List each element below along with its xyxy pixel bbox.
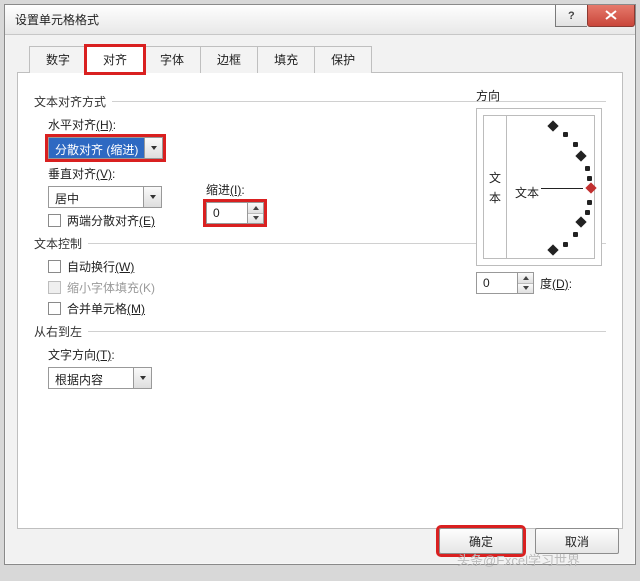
dial-marker	[547, 244, 558, 255]
tab-alignment[interactable]: 对齐	[86, 46, 144, 73]
degrees-up[interactable]	[518, 273, 533, 284]
orient-vert-char1: 文	[489, 169, 501, 186]
orient-horiz-text: 文本	[515, 184, 539, 201]
wrap-text-label: 自动换行(W)	[67, 258, 134, 275]
orientation-dial[interactable]: 文本	[507, 115, 595, 259]
cancel-button[interactable]: 取消	[535, 528, 619, 554]
dial-dot	[585, 166, 590, 171]
group-text-align-label: 文本对齐方式	[34, 93, 106, 110]
checkbox-icon	[48, 260, 61, 273]
orientation-degrees-row: 0 度(D):	[476, 272, 606, 294]
indent-value[interactable]: 0	[207, 203, 247, 223]
group-text-control-label: 文本控制	[34, 235, 82, 252]
vertical-align-combo[interactable]: 居中	[48, 186, 162, 208]
window-buttons: ?	[555, 5, 635, 27]
dropdown-icon[interactable]	[133, 368, 151, 388]
orient-vert-char2: 本	[489, 189, 501, 206]
degrees-label: 度(D):	[540, 275, 572, 292]
orientation-label: 方向	[476, 87, 606, 104]
indent-field: 缩进(I): 0	[206, 181, 264, 224]
tab-number[interactable]: 数字	[29, 46, 87, 73]
degrees-spinner[interactable]: 0	[476, 272, 534, 294]
dial-dot	[587, 176, 592, 181]
indent-label: 缩进(I):	[206, 181, 264, 198]
text-direction-label: 文字方向(T):	[48, 346, 606, 363]
text-direction-value: 根据内容	[49, 368, 133, 388]
tab-border[interactable]: 边框	[200, 46, 258, 73]
titlebar[interactable]: 设置单元格格式 ?	[5, 5, 635, 35]
dial-marker	[575, 150, 586, 161]
dial-dot	[573, 142, 578, 147]
dial-marker	[547, 120, 558, 131]
indent-spinner[interactable]: 0	[206, 202, 264, 224]
justify-distributed-label: 两端分散对齐(E)	[67, 212, 155, 229]
dropdown-icon[interactable]	[143, 187, 161, 207]
dropdown-icon[interactable]	[144, 138, 162, 158]
close-button[interactable]	[587, 5, 635, 27]
divider	[88, 331, 606, 332]
window-title: 设置单元格格式	[15, 11, 555, 28]
degrees-value[interactable]: 0	[477, 273, 517, 293]
text-direction-combo[interactable]: 根据内容	[48, 367, 152, 389]
dialog-window: 设置单元格格式 ? 数字 对齐 字体 边框 填充 保护 方向	[4, 4, 636, 565]
orientation-panel[interactable]: 文 本 文本	[476, 108, 602, 266]
orientation-vertical-text[interactable]: 文 本	[483, 115, 507, 259]
shrink-to-fit-label: 缩小字体填充(K)	[67, 279, 155, 296]
help-button[interactable]: ?	[555, 5, 587, 27]
orientation-group: 方向 文 本 文本	[476, 87, 606, 294]
dial-dot	[585, 210, 590, 215]
tab-protection[interactable]: 保护	[314, 46, 372, 73]
svg-text:?: ?	[568, 10, 575, 20]
horizontal-align-combo[interactable]: 分散对齐 (缩进)	[48, 137, 163, 159]
tab-fill[interactable]: 填充	[257, 46, 315, 73]
checkbox-icon	[48, 302, 61, 315]
dial-marker	[575, 216, 586, 227]
orient-line	[541, 188, 583, 189]
indent-down[interactable]	[248, 214, 263, 224]
text-direction-field: 文字方向(T): 根据内容	[48, 346, 606, 389]
ok-button[interactable]: 确定	[439, 528, 523, 554]
dialog-footer: 确定 取消	[439, 528, 619, 554]
dial-dot	[587, 200, 592, 205]
group-rtl-label: 从右到左	[34, 323, 82, 340]
checkbox-icon	[48, 214, 61, 227]
vertical-align-value: 居中	[49, 187, 143, 207]
dial-dot	[563, 132, 568, 137]
dial-dot	[573, 232, 578, 237]
tabstrip: 数字 对齐 字体 边框 填充 保护	[17, 45, 623, 73]
degrees-down[interactable]	[518, 284, 533, 294]
merge-cells-checkbox[interactable]: 合并单元格(M)	[48, 300, 606, 317]
group-rtl: 从右到左	[34, 323, 606, 340]
horizontal-align-value: 分散对齐 (缩进)	[49, 138, 144, 158]
tab-panel-alignment: 方向 文 本 文本	[17, 73, 623, 529]
merge-cells-label: 合并单元格(M)	[67, 300, 145, 317]
indent-up[interactable]	[248, 203, 263, 214]
checkbox-icon	[48, 281, 61, 294]
dial-dot	[563, 242, 568, 247]
dial-marker-current	[585, 182, 596, 193]
dialog-body: 数字 对齐 字体 边框 填充 保护 方向 文 本 文本	[5, 35, 635, 564]
tab-font[interactable]: 字体	[143, 46, 201, 73]
